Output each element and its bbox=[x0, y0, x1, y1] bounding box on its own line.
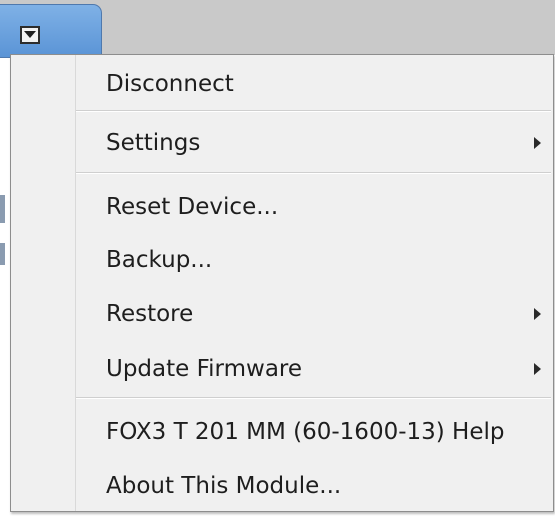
menu-item-settings[interactable]: Settings bbox=[76, 118, 553, 168]
submenu-arrow-icon bbox=[534, 137, 541, 149]
menu-item-reset-device[interactable]: Reset Device... bbox=[76, 182, 553, 232]
background-window-edge bbox=[0, 243, 5, 265]
menu-item-about[interactable]: About This Module... bbox=[76, 461, 553, 511]
menu-item-restore[interactable]: Restore bbox=[76, 289, 553, 339]
menu-item-label: Backup... bbox=[106, 247, 213, 273]
menu-separator bbox=[76, 397, 551, 399]
dropdown-arrow-icon bbox=[24, 31, 36, 38]
submenu-arrow-icon bbox=[534, 363, 541, 375]
module-context-menu: Disconnect Settings Reset Device... Back… bbox=[10, 54, 554, 512]
menu-item-help[interactable]: FOX3 T 201 MM (60-1600-13) Help bbox=[76, 407, 553, 457]
background-window-edge bbox=[0, 195, 5, 223]
menu-item-update-firmware[interactable]: Update Firmware bbox=[76, 344, 553, 394]
menu-separator bbox=[76, 110, 551, 112]
menu-item-label: Restore bbox=[106, 301, 194, 327]
module-menu-button[interactable] bbox=[20, 26, 40, 44]
menu-separator bbox=[76, 172, 551, 174]
menu-item-label: Update Firmware bbox=[106, 356, 303, 382]
menu-item-label: About This Module... bbox=[106, 473, 342, 499]
menu-icon-gutter bbox=[11, 55, 76, 511]
module-tab[interactable] bbox=[0, 4, 102, 58]
menu-item-backup[interactable]: Backup... bbox=[76, 235, 553, 285]
menu-item-label: Disconnect bbox=[106, 71, 234, 97]
menu-item-label: Reset Device... bbox=[106, 194, 279, 220]
submenu-arrow-icon bbox=[534, 308, 541, 320]
menu-item-label: Settings bbox=[106, 130, 201, 156]
menu-item-label: FOX3 T 201 MM (60-1600-13) Help bbox=[106, 419, 505, 445]
menu-item-disconnect[interactable]: Disconnect bbox=[76, 59, 553, 109]
